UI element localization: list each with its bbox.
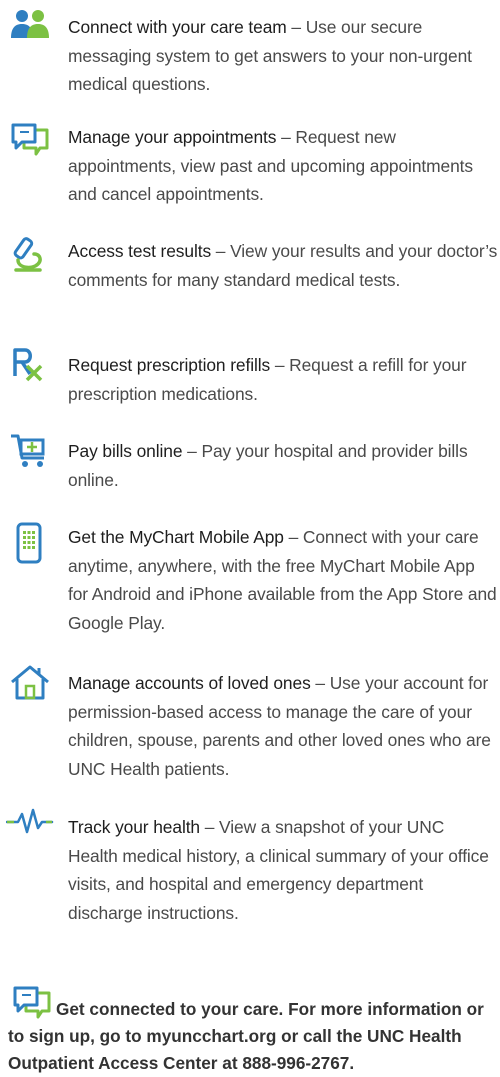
feature-text: Request prescription refills – Request a…: [68, 351, 498, 408]
footer: Get connected to your care. For more inf…: [8, 985, 496, 1077]
shopping-cart-icon: [10, 432, 50, 472]
chat-bubbles-icon: [12, 985, 52, 1026]
mobile-phone-icon: [10, 522, 50, 564]
feature-title: Connect with your care team: [68, 17, 287, 38]
feature-text: Track your health – View a snapshot of y…: [68, 813, 498, 927]
care-team-icon: [10, 8, 50, 48]
feature-title: Manage your appointments: [68, 127, 277, 148]
feature-text: Manage accounts of loved ones – Use your…: [68, 669, 498, 783]
feature-title: Manage accounts of loved ones: [68, 673, 311, 694]
feature-text: Access test results – View your results …: [68, 237, 498, 294]
prescription-icon: [10, 346, 50, 386]
page: Connect with your care team – Use our se…: [0, 0, 500, 1076]
test-results-icon: [10, 234, 50, 274]
chat-bubbles-icon: [10, 122, 50, 162]
feature-text: Connect with your care team – Use our se…: [68, 13, 498, 99]
footer-text: Get connected to your care. For more inf…: [8, 999, 484, 1073]
feature-title: Pay bills online: [68, 441, 183, 462]
feature-title: Get the MyChart Mobile App: [68, 527, 284, 548]
feature-title: Track your health: [68, 817, 201, 838]
feature-text: Get the MyChart Mobile App – Connect wit…: [68, 523, 498, 637]
feature-title: Request prescription refills: [68, 355, 271, 376]
house-icon: [10, 664, 50, 704]
feature-text: Pay bills online – Pay your hospital and…: [68, 437, 498, 494]
feature-text: Manage your appointments – Request new a…: [68, 123, 498, 209]
heartbeat-icon: [6, 808, 54, 848]
feature-title: Access test results: [68, 241, 212, 262]
